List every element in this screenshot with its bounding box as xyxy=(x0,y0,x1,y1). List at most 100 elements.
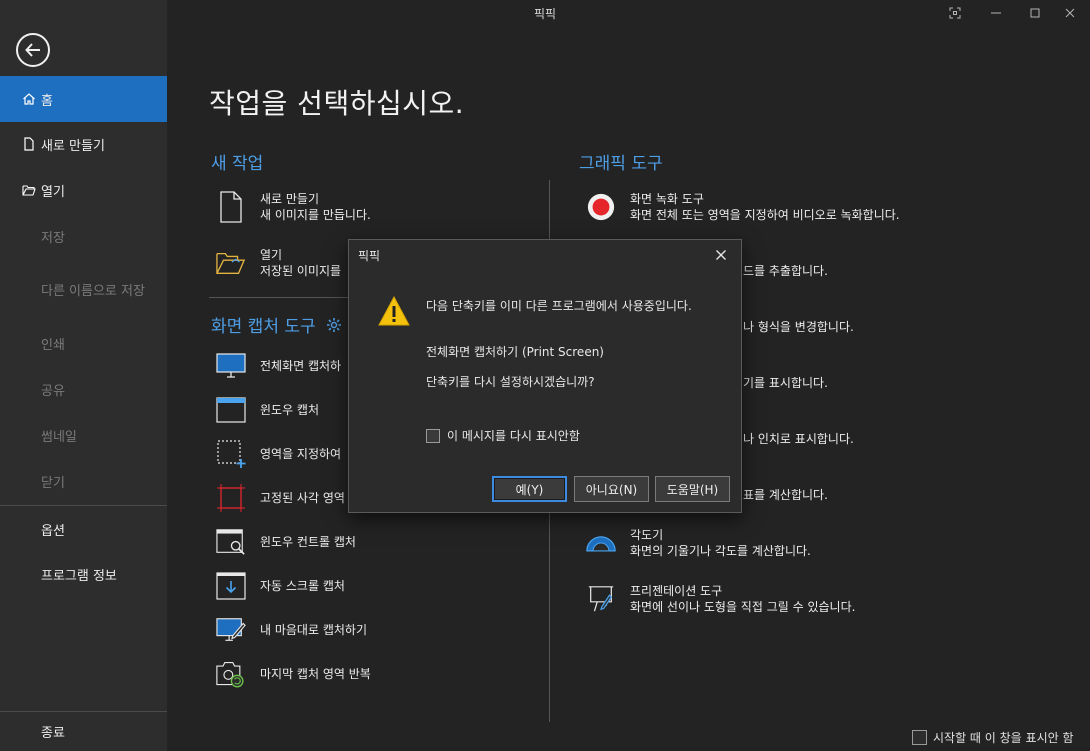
yes-button[interactable]: 예(Y) xyxy=(492,476,567,502)
tool-auto-scroll-capture[interactable]: 자동 스크롤 캡처 xyxy=(216,571,345,601)
monitor-pen-icon xyxy=(216,615,246,645)
maximize-button[interactable] xyxy=(1015,2,1055,24)
tool-description: 저장된 이미지를 xyxy=(260,264,342,278)
sidebar-item-close[interactable]: 닫기 xyxy=(0,458,167,504)
tool-region-capture[interactable]: 영역을 지정하여 xyxy=(216,439,341,469)
help-button[interactable]: 도움말(H) xyxy=(655,476,730,502)
tool-description: 표를 계산합니다. xyxy=(743,488,828,502)
tool-partial-1[interactable]: 드를 추출합니다. xyxy=(743,263,828,279)
tool-description: 새 이미지를 만듭니다. xyxy=(260,208,371,222)
tool-description: 드를 추출합니다. xyxy=(743,264,828,278)
sidebar-item-options[interactable]: 옵션 xyxy=(0,506,167,552)
folder-open-icon xyxy=(216,248,246,278)
sidebar-item-new[interactable]: 새로 만들기 xyxy=(0,121,167,167)
sidebar-item-label: 열기 xyxy=(41,184,65,200)
no-button[interactable]: 아니요(N) xyxy=(574,476,649,502)
tool-partial-2[interactable]: 나 형식을 변경합니다. xyxy=(743,319,854,335)
window-magnifier-icon xyxy=(216,527,246,557)
dialog-close-button[interactable] xyxy=(711,245,731,265)
sidebar-item-home[interactable]: 홈 xyxy=(0,76,167,122)
sidebar-item-label: 프로그램 정보 xyxy=(41,568,117,584)
maximize-icon xyxy=(1030,8,1040,18)
back-button[interactable] xyxy=(16,33,50,67)
dont-show-again-checkbox[interactable]: 이 메시지를 다시 표시안함 xyxy=(426,427,580,444)
tool-window-capture[interactable]: 윈도우 캡처 xyxy=(216,395,319,425)
sidebar-item-print[interactable]: 인쇄 xyxy=(0,320,167,366)
sidebar-item-exit[interactable]: 종료 xyxy=(0,708,167,751)
checkbox-box[interactable] xyxy=(912,730,927,745)
gear-icon[interactable] xyxy=(326,317,342,333)
sidebar-item-label: 저장 xyxy=(41,230,65,246)
sidebar-item-save[interactable]: 저장 xyxy=(0,213,167,259)
tool-name: 마지막 캡처 영역 반복 xyxy=(260,667,371,681)
checkbox-box[interactable] xyxy=(426,428,440,443)
tool-screen-recorder[interactable]: 화면 녹화 도구 화면 전체 또는 영역을 지정하여 비디오로 녹화합니다. xyxy=(586,191,900,223)
page-title: 작업을 선택하십시오. xyxy=(209,87,465,120)
sidebar-item-label: 종료 xyxy=(41,725,65,741)
camera-repeat-icon xyxy=(216,659,246,689)
tool-name: 프리젠테이션 도구 xyxy=(630,584,723,598)
tool-name: 새로 만들기 xyxy=(260,192,320,206)
sidebar-item-label: 썸네일 xyxy=(41,429,77,445)
dialog-title: 픽픽 xyxy=(358,249,381,263)
tool-presentation[interactable]: 프리젠테이션 도구 화면에 선이나 도형을 직접 그릴 수 있습니다. xyxy=(586,583,855,615)
section-title-new-task: 새 작업 xyxy=(211,154,264,174)
tool-description: 나 형식을 변경합니다. xyxy=(743,320,854,334)
sidebar-item-save-as[interactable]: 다른 이름으로 저장 xyxy=(0,266,167,312)
close-window-button[interactable] xyxy=(1050,2,1090,24)
tool-name: 윈도우 컨트롤 캡처 xyxy=(260,535,356,549)
presentation-board-icon xyxy=(586,584,616,614)
tool-description: 화면 전체 또는 영역을 지정하여 비디오로 녹화합니다. xyxy=(630,208,900,222)
capture-window-button[interactable] xyxy=(935,2,975,24)
tool-partial-4[interactable]: 나 인치로 표시합니다. xyxy=(743,431,854,447)
tool-name: 윈도우 캡처 xyxy=(260,403,320,417)
tool-name: 자동 스크롤 캡처 xyxy=(260,579,345,593)
sidebar-item-label: 홈 xyxy=(41,93,53,109)
window-icon xyxy=(216,395,246,425)
folder-open-icon xyxy=(22,183,36,197)
tool-name: 전체화면 캡처하 xyxy=(260,359,342,373)
tool-new-image[interactable]: 새로 만들기 새 이미지를 만듭니다. xyxy=(216,191,371,223)
sidebar-item-label: 공유 xyxy=(41,383,65,399)
dialog-question: 단축키를 다시 설정하시겠습니까? xyxy=(426,375,595,389)
sidebar-item-open[interactable]: 열기 xyxy=(0,167,167,213)
scroll-down-icon xyxy=(216,571,246,601)
sidebar-item-label: 다른 이름으로 저장 xyxy=(41,283,145,299)
tool-repeat-last-capture[interactable]: 마지막 캡처 영역 반복 xyxy=(216,659,371,689)
close-icon xyxy=(1065,8,1075,18)
minimize-button[interactable] xyxy=(976,2,1016,24)
new-file-icon xyxy=(22,137,36,151)
dialog-shortcut-name: 전체화면 캡처하기 (Print Screen) xyxy=(426,345,604,359)
monitor-icon xyxy=(216,351,246,381)
sidebar: 홈 새로 만들기 열기 저장 다른 이름으로 저장 인쇄 공유 썸네일 닫기 옵… xyxy=(0,0,167,751)
sidebar-item-about[interactable]: 프로그램 정보 xyxy=(0,551,167,597)
tool-fullscreen-capture[interactable]: 전체화면 캡처하 xyxy=(216,351,341,381)
tool-freehand-capture[interactable]: 내 마음대로 캡처하기 xyxy=(216,615,367,645)
dialog-message: 다음 단축키를 이미 다른 프로그램에서 사용중입니다. xyxy=(426,299,692,313)
tool-partial-5[interactable]: 표를 계산합니다. xyxy=(743,487,828,503)
tool-description: 기를 표시합니다. xyxy=(743,376,828,390)
sidebar-item-label: 인쇄 xyxy=(41,337,65,353)
tool-name: 각도기 xyxy=(630,528,664,542)
tool-name: 고정된 사각 영역 xyxy=(260,491,345,505)
close-icon xyxy=(716,250,726,260)
hide-on-startup-checkbox[interactable]: 시작할 때 이 창을 표시안 함 xyxy=(912,729,1074,746)
checkbox-label: 시작할 때 이 창을 표시안 함 xyxy=(933,731,1074,745)
home-icon xyxy=(22,92,36,106)
sidebar-item-label: 옵션 xyxy=(41,523,65,539)
tool-partial-3[interactable]: 기를 표시합니다. xyxy=(743,375,828,391)
section-title-capture: 화면 캡처 도구 xyxy=(211,312,342,337)
tool-description: 화면에 선이나 도형을 직접 그릴 수 있습니다. xyxy=(630,600,856,614)
tool-open-image[interactable]: 열기 저장된 이미지를 xyxy=(216,247,341,279)
tool-name: 영역을 지정하여 xyxy=(260,447,342,461)
tool-fixed-region-capture[interactable]: 고정된 사각 영역 xyxy=(216,483,345,513)
tool-description: 나 인치로 표시합니다. xyxy=(743,432,854,446)
section-title-graphic-tools: 그래픽 도구 xyxy=(579,154,663,174)
tool-protractor[interactable]: 각도기 화면의 기울기나 각도를 계산합니다. xyxy=(586,527,811,559)
sidebar-item-thumbnail[interactable]: 썸네일 xyxy=(0,412,167,458)
sidebar-item-share[interactable]: 공유 xyxy=(0,366,167,412)
protractor-icon xyxy=(586,528,616,558)
tool-window-control-capture[interactable]: 윈도우 컨트롤 캡처 xyxy=(216,527,356,557)
arrow-left-icon xyxy=(25,43,40,57)
shortcut-conflict-dialog: 픽픽 다음 단축키를 이미 다른 프로그램에서 사용중입니다. 전체화면 캡처하… xyxy=(348,239,742,513)
